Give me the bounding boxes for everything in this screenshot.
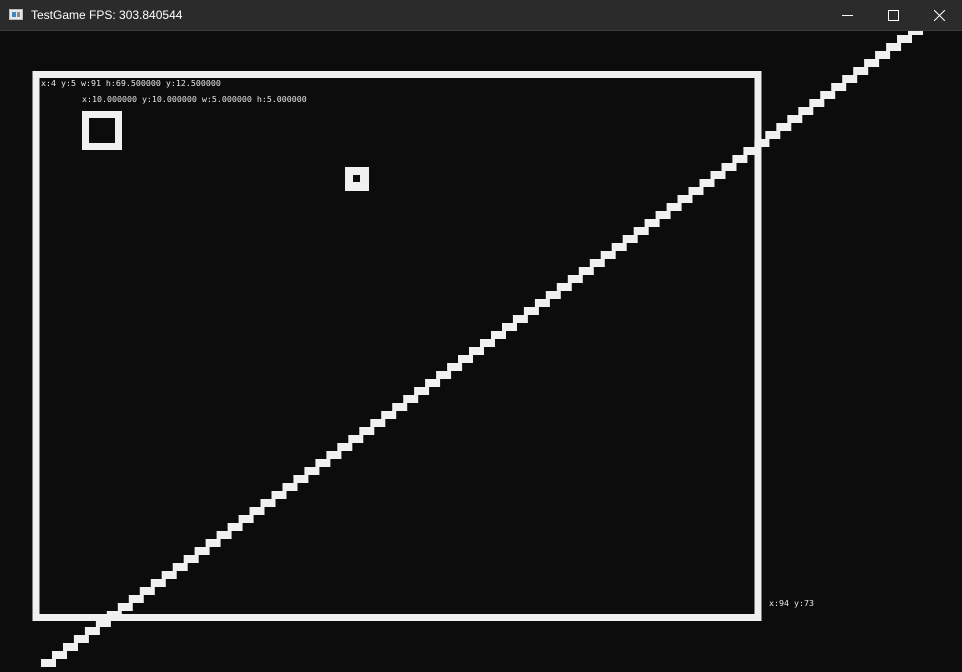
cursor-info-text: x:94 y:73 bbox=[769, 598, 814, 608]
line-segment bbox=[447, 363, 463, 371]
line-segment bbox=[73, 635, 89, 643]
line-segment bbox=[721, 163, 737, 171]
line-segment bbox=[677, 195, 693, 203]
line-segment bbox=[864, 59, 880, 67]
line-segment bbox=[304, 467, 320, 475]
line-segment bbox=[260, 499, 276, 507]
line-segment bbox=[798, 107, 814, 115]
line-segment bbox=[359, 427, 375, 435]
line-segment bbox=[589, 259, 605, 267]
line-segment bbox=[392, 403, 408, 411]
line-segment bbox=[842, 75, 858, 83]
line-segment bbox=[205, 539, 221, 547]
container-rect bbox=[32, 71, 762, 621]
line-segment bbox=[600, 251, 616, 259]
line-segment bbox=[183, 555, 199, 563]
line-segment bbox=[502, 323, 517, 331]
line-segment bbox=[458, 355, 473, 363]
line-segment bbox=[425, 379, 441, 387]
line-segment bbox=[809, 99, 825, 107]
line-segment bbox=[820, 91, 836, 99]
line-segment bbox=[732, 155, 748, 163]
line-segment bbox=[853, 67, 869, 75]
line-segment bbox=[436, 371, 452, 379]
line-segment bbox=[655, 211, 671, 219]
line-segment bbox=[787, 115, 803, 123]
line-segment bbox=[41, 659, 56, 667]
line-segment bbox=[699, 179, 715, 187]
line-segment bbox=[293, 475, 309, 483]
diagonal-line bbox=[41, 31, 923, 667]
line-segment bbox=[403, 395, 419, 403]
line-segment bbox=[194, 547, 210, 555]
line-segment bbox=[512, 315, 528, 323]
line-segment bbox=[172, 563, 188, 571]
line-segment bbox=[491, 331, 506, 339]
line-segment bbox=[282, 483, 298, 491]
line-segment bbox=[139, 587, 155, 595]
line-segment bbox=[370, 419, 386, 427]
line-segment bbox=[414, 387, 430, 395]
square-outline bbox=[82, 111, 122, 150]
line-segment bbox=[578, 267, 594, 275]
window-title: TestGame FPS: 303.840544 bbox=[31, 8, 183, 22]
child-info-text: x:10.000000 y:10.000000 w:5.000000 h:5.0… bbox=[82, 94, 307, 104]
line-segment bbox=[688, 187, 704, 195]
line-segment bbox=[545, 291, 561, 299]
line-segment bbox=[128, 595, 144, 603]
line-segment bbox=[886, 43, 902, 51]
minimize-icon bbox=[841, 15, 853, 16]
line-segment bbox=[875, 51, 891, 59]
line-segment bbox=[348, 435, 364, 443]
line-segment bbox=[611, 243, 627, 251]
line-segment bbox=[776, 123, 792, 131]
line-segment bbox=[469, 347, 484, 355]
close-button[interactable] bbox=[916, 0, 962, 31]
line-segment bbox=[556, 283, 572, 291]
title-bar: TestGame FPS: 303.840544 bbox=[0, 0, 962, 31]
line-segment bbox=[84, 627, 100, 635]
close-icon bbox=[933, 10, 945, 21]
line-segment bbox=[567, 275, 583, 283]
line-segment bbox=[216, 531, 232, 539]
line-segment bbox=[249, 507, 265, 515]
line-segment bbox=[523, 307, 539, 315]
line-segment bbox=[765, 131, 781, 139]
line-segment bbox=[710, 171, 726, 179]
container-info-text: x:4 y:5 w:91 h:69.500000 y:12.500000 bbox=[41, 78, 221, 88]
line-segment bbox=[381, 411, 397, 419]
line-segment bbox=[897, 35, 912, 43]
line-segment bbox=[238, 515, 254, 523]
line-segment bbox=[271, 491, 287, 499]
minimize-button[interactable] bbox=[824, 0, 870, 31]
line-segment bbox=[644, 219, 660, 227]
line-segment bbox=[150, 579, 166, 587]
small-square-center bbox=[353, 175, 360, 182]
line-segment bbox=[480, 339, 495, 347]
maximize-button[interactable] bbox=[870, 0, 916, 31]
app-icon bbox=[9, 9, 23, 20]
line-segment bbox=[326, 451, 342, 459]
line-segment bbox=[337, 443, 353, 451]
line-segment bbox=[908, 31, 923, 35]
line-segment bbox=[161, 571, 177, 579]
line-segment bbox=[52, 651, 67, 659]
line-segment bbox=[534, 299, 550, 307]
line-segment bbox=[227, 523, 243, 531]
line-segment bbox=[315, 459, 331, 467]
line-segment bbox=[622, 235, 638, 243]
game-canvas[interactable]: x:4 y:5 w:91 h:69.500000 y:12.500000 x:1… bbox=[1, 31, 961, 672]
line-segment bbox=[63, 643, 78, 651]
line-segment bbox=[831, 83, 847, 91]
line-segment bbox=[117, 603, 133, 611]
maximize-icon bbox=[887, 10, 899, 21]
line-segment bbox=[633, 227, 649, 235]
line-segment bbox=[666, 203, 682, 211]
